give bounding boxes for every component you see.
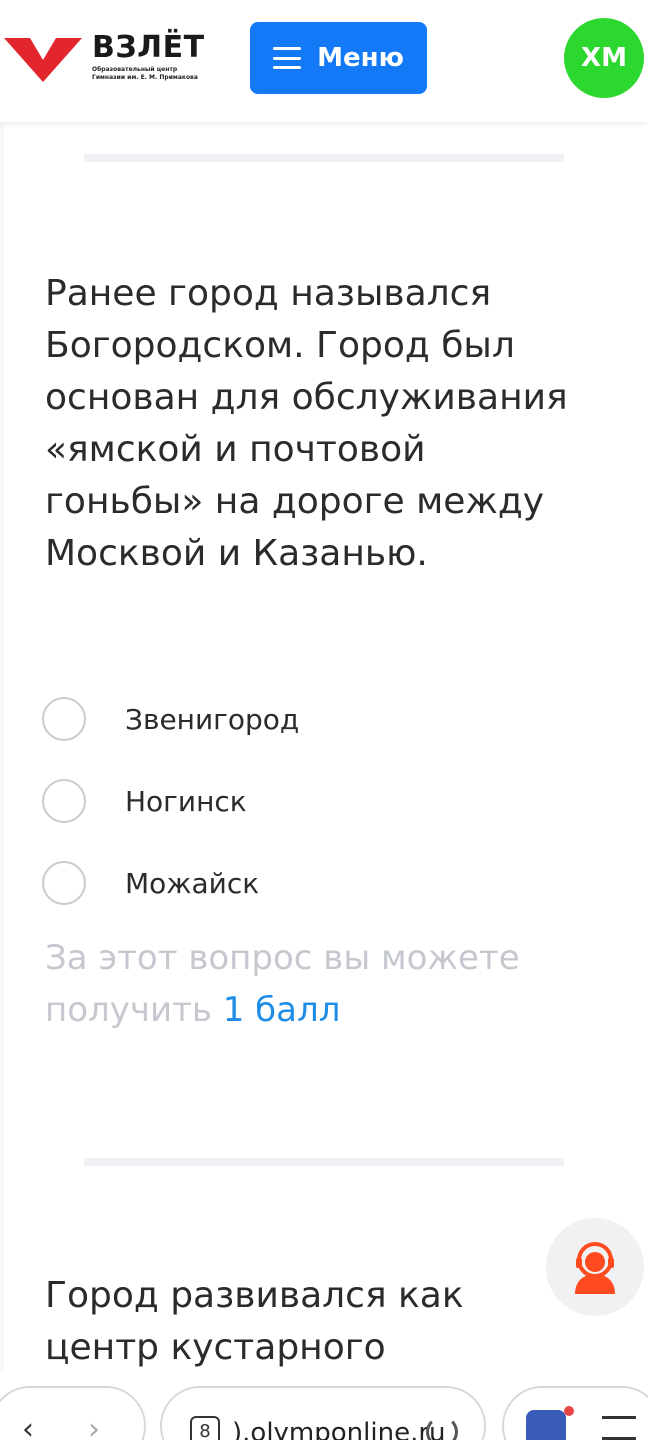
extensions-area [502,1386,648,1440]
tab-count-icon[interactable]: 8 [190,1416,220,1440]
menu-button-label: Меню [317,43,404,73]
address-bar[interactable]: 8 ).olymponline.ru [160,1386,486,1440]
url-text[interactable]: ).olymponline.ru [232,1418,446,1440]
question-card: Ранее город назывался Богородском. Город… [4,122,648,1420]
site-header: ВЗЛЁТ Образовательный центр Гимназии им.… [0,0,648,122]
forward-arrow-icon[interactable]: › [88,1412,100,1440]
extension-icon[interactable] [526,1410,566,1440]
divider-bottom [84,1158,564,1166]
option-mozhaisk[interactable]: Можайск [42,842,299,924]
answer-options: Звенигород Ногинск Можайск [42,678,299,924]
notification-dot [564,1406,574,1416]
logo-mark-icon [4,38,82,82]
browser-menu-icon[interactable] [602,1416,636,1440]
avatar[interactable]: ХМ [564,18,644,98]
logo-title: ВЗЛЁТ [92,30,205,65]
points-info: За этот вопрос вы можете получить 1 балл [45,932,585,1036]
main-content: Ранее город назывался Богородском. Город… [0,122,648,1420]
reload-icon[interactable] [426,1416,458,1440]
option-noginsk[interactable]: Ногинск [42,760,299,842]
support-button[interactable] [546,1218,644,1316]
radio-button[interactable] [42,861,86,905]
option-label: Звенигород [125,702,300,736]
option-zvenigorod[interactable]: Звенигород [42,678,299,760]
radio-button[interactable] [42,779,86,823]
back-arrow-icon[interactable]: ‹ [22,1412,34,1440]
option-label: Ногинск [125,784,247,818]
support-agent-icon [575,1242,615,1294]
option-label: Можайск [125,866,260,900]
nav-controls: ‹ › [0,1386,146,1440]
question-text: Ранее город назывался Богородском. Город… [45,273,568,574]
hamburger-icon [273,47,302,69]
menu-button[interactable]: Меню [250,22,427,94]
browser-toolbar: ‹ › 8 ).olymponline.ru [0,1372,648,1440]
radio-button[interactable] [42,697,86,741]
logo[interactable]: ВЗЛЁТ Образовательный центр Гимназии им.… [4,30,204,90]
logo-subtitle: Образовательный центр Гимназии им. Е. М.… [92,66,198,81]
divider-top [84,154,564,162]
points-value: 1 балл [222,990,341,1030]
